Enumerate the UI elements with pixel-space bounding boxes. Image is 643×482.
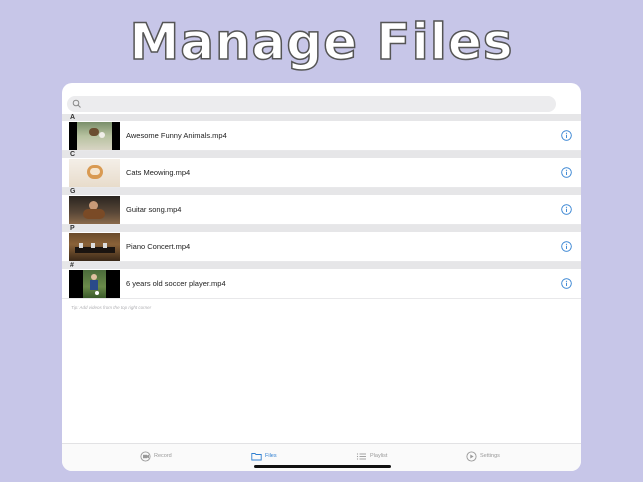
- file-name: 6 years old soccer player.mp4: [126, 279, 226, 288]
- section-header: P: [62, 225, 581, 232]
- tip-text: Tip: Add videos from the top right corne…: [71, 305, 152, 310]
- headline: Manage Files: [129, 12, 514, 72]
- home-indicator: [254, 465, 391, 468]
- list-item[interactable]: Awesome Funny Animals.mp4: [62, 121, 581, 151]
- tab-record[interactable]: Record: [140, 450, 172, 462]
- list-icon: [356, 452, 366, 460]
- folder-icon: [251, 452, 262, 460]
- app-window: A Awesome Funny Animals.mp4 C Cats Meowi…: [62, 83, 581, 471]
- gear-icon: [466, 450, 477, 462]
- tab-label: Record: [154, 453, 172, 459]
- tab-files[interactable]: Files: [251, 450, 277, 462]
- section-header: A: [62, 114, 581, 121]
- video-thumbnail: [69, 233, 120, 261]
- file-name: Awesome Funny Animals.mp4: [126, 131, 227, 140]
- tab-label: Settings: [480, 453, 500, 459]
- list-item[interactable]: Piano Concert.mp4: [62, 232, 581, 262]
- search-icon: [72, 99, 81, 108]
- list-item[interactable]: Guitar song.mp4: [62, 195, 581, 225]
- tab-bar: Record Files Playlist Settings: [62, 443, 581, 471]
- section-header: #: [62, 262, 581, 269]
- file-name: Guitar song.mp4: [126, 205, 182, 214]
- section-header: C: [62, 151, 581, 158]
- video-thumbnail: [69, 196, 120, 224]
- video-thumbnail: [69, 122, 120, 150]
- tab-playlist[interactable]: Playlist: [356, 450, 387, 462]
- info-icon[interactable]: [561, 278, 572, 289]
- video-thumbnail: [69, 270, 120, 298]
- info-icon[interactable]: [561, 241, 572, 252]
- section-header: G: [62, 188, 581, 195]
- list-item[interactable]: Cats Meowing.mp4: [62, 158, 581, 188]
- file-list: A Awesome Funny Animals.mp4 C Cats Meowi…: [62, 114, 581, 299]
- file-name: Piano Concert.mp4: [126, 242, 191, 251]
- info-icon[interactable]: [561, 167, 572, 178]
- info-icon[interactable]: [561, 130, 572, 141]
- tab-label: Playlist: [370, 453, 388, 459]
- video-thumbnail: [69, 159, 120, 187]
- file-name: Cats Meowing.mp4: [126, 168, 191, 177]
- list-item[interactable]: 6 years old soccer player.mp4: [62, 269, 581, 299]
- tab-label: Files: [265, 453, 277, 459]
- search-input[interactable]: [67, 96, 556, 112]
- record-icon: [140, 450, 151, 462]
- tab-settings[interactable]: Settings: [466, 450, 500, 462]
- info-icon[interactable]: [561, 204, 572, 215]
